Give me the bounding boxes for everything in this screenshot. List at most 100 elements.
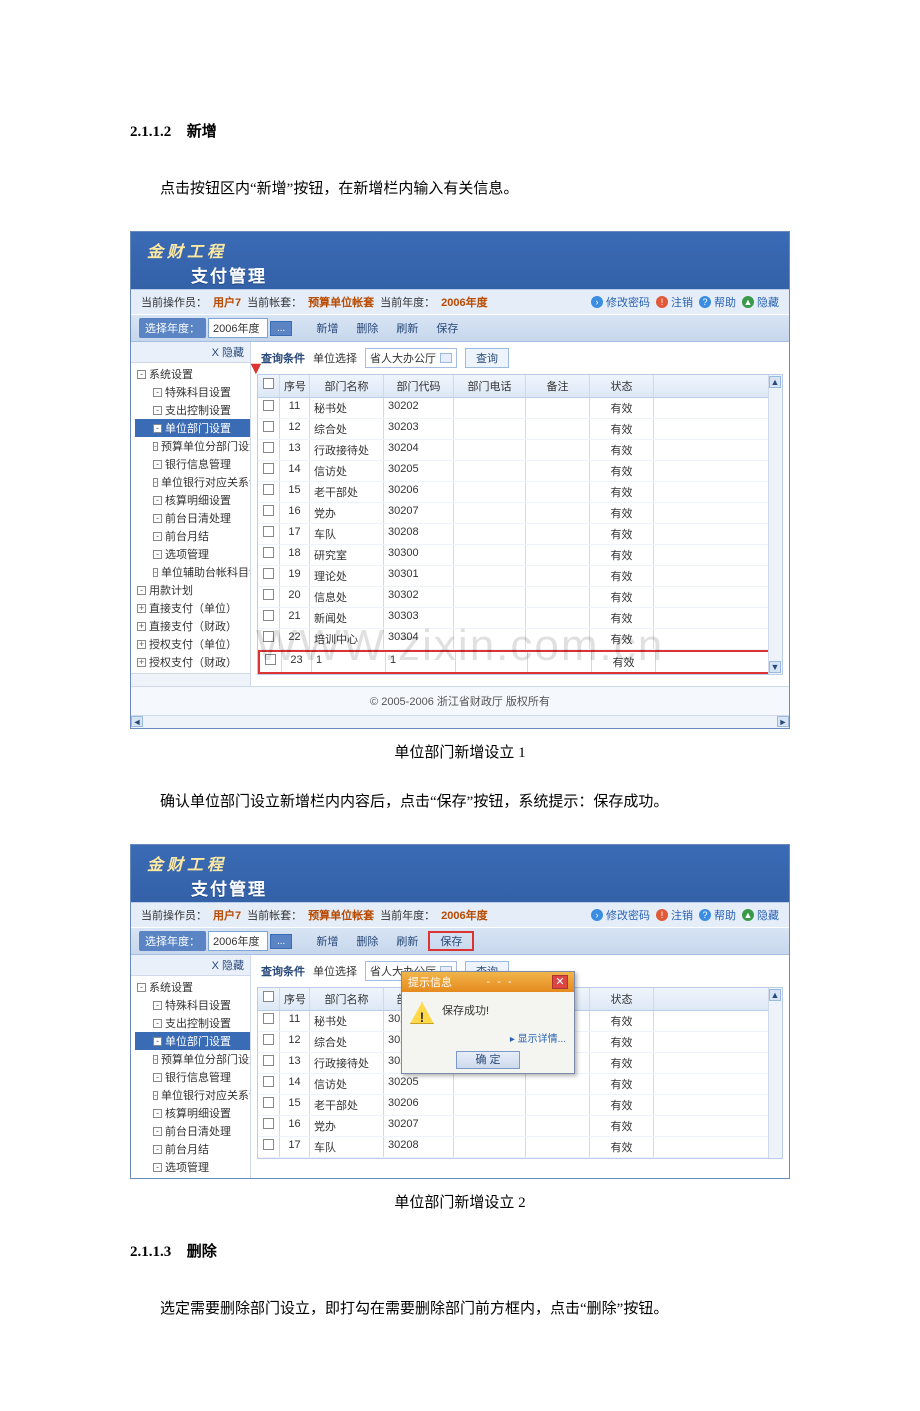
row-checkbox[interactable] [263, 400, 274, 411]
table-row[interactable]: 21新闻处30303有效 [258, 608, 782, 629]
section-title: 新增 [187, 123, 217, 140]
toolbar-refresh-button[interactable]: 刷新 [388, 931, 426, 951]
table-row[interactable]: 17车队30208有效 [258, 1137, 782, 1158]
toolbar-save-button[interactable]: 保存 [432, 934, 470, 950]
tree-root2[interactable]: -用款计划 [135, 581, 250, 599]
toolbar-add-button[interactable]: 新增 [308, 318, 346, 338]
grid-vscroll[interactable]: ▲ ▼ [768, 375, 782, 674]
unit-picker[interactable]: 省人大办公厅 [365, 348, 457, 368]
picker-icon[interactable] [440, 353, 452, 363]
figure2-caption: 单位部门新增设立 2 [130, 1191, 790, 1212]
table-row[interactable]: 22培训中心30304有效 [258, 629, 782, 650]
tree-item[interactable]: -支出控制设置 [135, 401, 250, 419]
scroll-up-icon[interactable]: ▲ [769, 376, 781, 388]
link-help[interactable]: ?帮助 [699, 294, 736, 310]
paragraph-confirm: 确认单位部门设立新增栏内内容后，点击“保存”按钮，系统提示：保存成功。 [130, 790, 790, 814]
toolbar-refresh-button[interactable]: 刷新 [388, 318, 426, 338]
section-heading: 2.1.1.3 删除 [130, 1240, 790, 1261]
table-row[interactable]: 2311有效 [258, 650, 782, 674]
dialog-ok-button[interactable]: 确 定 [456, 1051, 519, 1069]
dialog-more-link[interactable]: ▸ 显示详情... [402, 1030, 574, 1045]
tree-item[interactable]: -核算明细设置 [135, 491, 250, 509]
table-row[interactable]: 19理论处30301有效 [258, 566, 782, 587]
tree-item[interactable]: +直接支付（财政） [135, 617, 250, 635]
operator-label: 当前操作员： [141, 294, 207, 310]
table-row[interactable]: 16党办30207有效 [258, 503, 782, 524]
row-checkbox[interactable] [263, 547, 274, 558]
table-row[interactable]: 13行政接待处30204有效 [258, 440, 782, 461]
row-checkbox[interactable] [263, 1034, 274, 1045]
tree-item[interactable]: -特殊科目设置 [135, 383, 250, 401]
col-code: 部门代码 [384, 375, 454, 397]
link-change-pwd[interactable]: ›修改密码 [591, 294, 650, 310]
sidebar-scrollbar[interactable] [131, 673, 250, 686]
row-checkbox[interactable] [263, 1076, 274, 1087]
row-checkbox[interactable] [263, 589, 274, 600]
col-check[interactable] [258, 375, 280, 397]
link-logout[interactable]: !注销 [656, 907, 693, 923]
tree-item[interactable]: -预算单位分部门设置 [135, 437, 250, 455]
toolbar-del-button[interactable]: 删除 [348, 318, 386, 338]
table-row[interactable]: 14信访处30205有效 [258, 1074, 782, 1095]
tree-item[interactable]: -前台月结 [135, 527, 250, 545]
collapse-icon[interactable]: - [137, 370, 146, 379]
link-help[interactable]: ?帮助 [699, 907, 736, 923]
year-label: 当前年度： [380, 294, 435, 310]
row-checkbox[interactable] [265, 654, 276, 665]
tree-item[interactable]: -单位辅助台帐科目设置 [135, 563, 250, 581]
select-year-more[interactable]: ... [270, 321, 292, 336]
tree-item-selected[interactable]: -单位部门设置 [135, 419, 250, 437]
table-row[interactable]: 15老干部处30206有效 [258, 1095, 782, 1116]
table-row[interactable]: 14信访处30205有效 [258, 461, 782, 482]
row-checkbox[interactable] [263, 1118, 274, 1129]
link-hide[interactable]: ▲隐藏 [742, 294, 779, 310]
table-row[interactable]: 16党办30207有效 [258, 1116, 782, 1137]
row-checkbox[interactable] [263, 463, 274, 474]
table-row[interactable]: 17车队30208有效 [258, 524, 782, 545]
row-checkbox[interactable] [263, 1013, 274, 1024]
operator-value: 用户7 [213, 294, 241, 310]
tree-item[interactable]: -前台日清处理 [135, 509, 250, 527]
tree-item[interactable]: -单位银行对应关系设置 [135, 473, 250, 491]
year-value: 2006年度 [441, 294, 487, 310]
query-button[interactable]: 查询 [465, 348, 509, 368]
dialog-dots: - - - [486, 976, 513, 988]
dialog-close-icon[interactable]: ✕ [552, 975, 568, 989]
tree-item[interactable]: +直接支付（单位） [135, 599, 250, 617]
table-row[interactable]: 15老干部处30206有效 [258, 482, 782, 503]
link-change-pwd[interactable]: ›修改密码 [591, 907, 650, 923]
table-row[interactable]: 18研究室30300有效 [258, 545, 782, 566]
row-checkbox[interactable] [263, 1055, 274, 1066]
brand-line2: 支付管理 [191, 262, 775, 287]
row-checkbox[interactable] [263, 631, 274, 642]
tree-item[interactable]: +授权支付（单位） [135, 635, 250, 653]
grid-header: 序号 部门名称 部门代码 部门电话 备注 状态 [258, 375, 782, 398]
row-checkbox[interactable] [263, 610, 274, 621]
link-logout[interactable]: !注销 [656, 294, 693, 310]
tree-item[interactable]: -银行信息管理 [135, 455, 250, 473]
toolbar-add-button[interactable]: 新增 [308, 931, 346, 951]
row-checkbox[interactable] [263, 568, 274, 579]
sidebar-hide[interactable]: X 隐藏 [131, 342, 250, 363]
row-checkbox[interactable] [263, 421, 274, 432]
row-checkbox[interactable] [263, 442, 274, 453]
row-checkbox[interactable] [263, 505, 274, 516]
tree-root[interactable]: -系统设置 [135, 365, 250, 383]
scroll-down-icon[interactable]: ▼ [769, 661, 781, 673]
toolbar-save-button[interactable]: 保存 [428, 318, 466, 338]
app-hscroll[interactable]: ◄► [131, 715, 789, 728]
table-row[interactable]: 12综合处30203有效 [258, 419, 782, 440]
brand-line1: 金财工程 [147, 238, 775, 262]
row-checkbox[interactable] [263, 484, 274, 495]
tree-item[interactable]: +授权支付（财政） [135, 653, 250, 671]
unit-label: 单位选择 [313, 350, 357, 366]
row-checkbox[interactable] [263, 1097, 274, 1108]
table-row[interactable]: 20信息处30302有效 [258, 587, 782, 608]
tree-item[interactable]: -选项管理 [135, 545, 250, 563]
table-row[interactable]: 11秘书处30202有效 [258, 398, 782, 419]
link-hide[interactable]: ▲隐藏 [742, 907, 779, 923]
row-checkbox[interactable] [263, 526, 274, 537]
row-checkbox[interactable] [263, 1139, 274, 1150]
select-year-value[interactable]: 2006年度 [208, 318, 268, 338]
toolbar-del-button[interactable]: 删除 [348, 931, 386, 951]
